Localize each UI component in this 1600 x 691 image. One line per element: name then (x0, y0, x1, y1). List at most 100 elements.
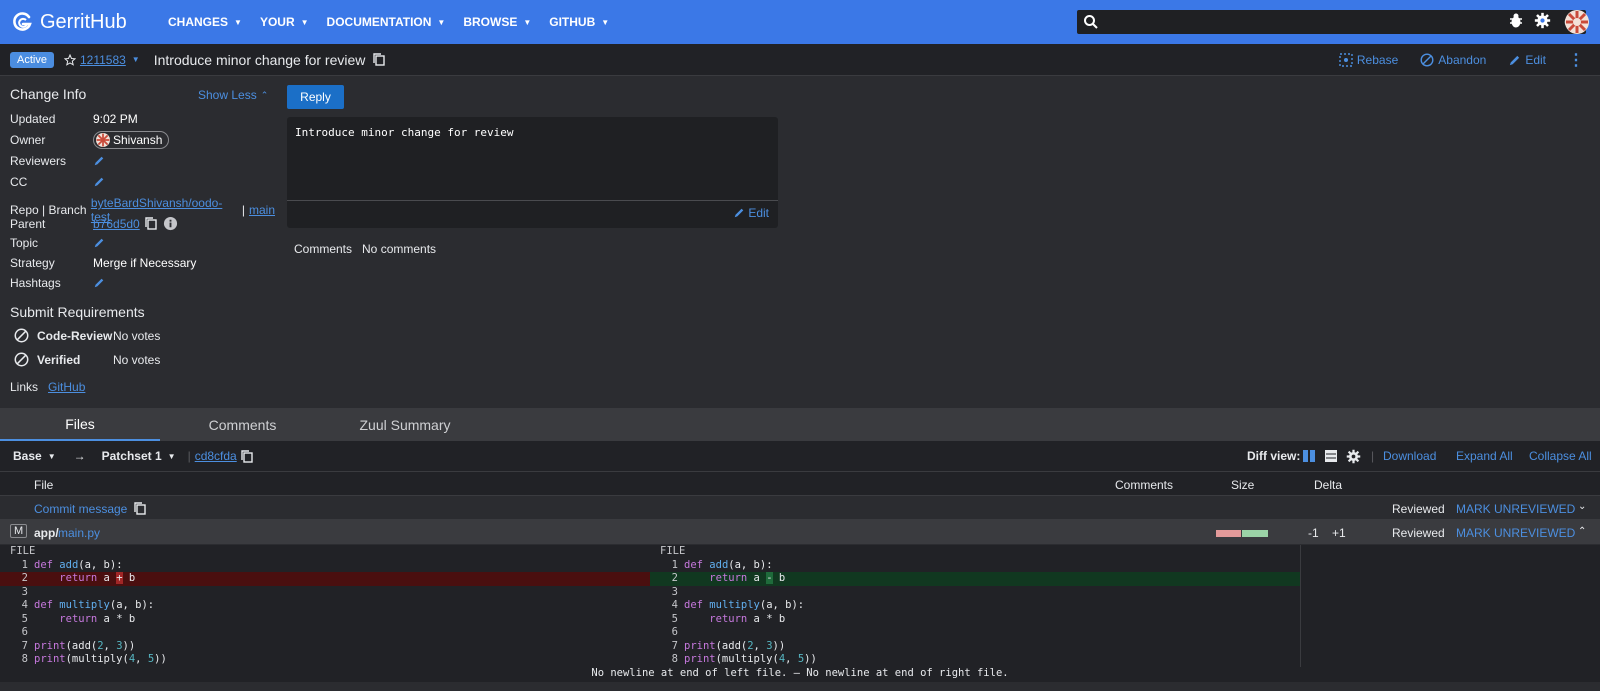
side-by-side-icon[interactable] (1303, 450, 1315, 462)
change-header: Active 1211583 ▼ Introduce minor change … (0, 44, 1600, 76)
nav-changes[interactable]: CHANGES ▼ (168, 15, 242, 29)
chevron-down-icon: ▼ (437, 17, 446, 27)
requirement-name[interactable]: Code-Review (37, 329, 113, 343)
download-link[interactable]: Download (1383, 449, 1436, 463)
commit-message-link[interactable]: Commit message (34, 502, 127, 516)
block-icon (1420, 53, 1434, 67)
topic-label: Topic (10, 236, 39, 250)
star-icon[interactable] (63, 53, 76, 66)
column-file: File (34, 478, 54, 492)
nav-documentation-label: DOCUMENTATION (326, 15, 432, 29)
branch-link[interactable]: main (249, 203, 275, 217)
nav-browse[interactable]: BROWSE ▼ (463, 15, 531, 29)
diff-line: 6 (21, 626, 28, 638)
mark-unreviewed-button[interactable]: MARK UNREVIEWED (1456, 526, 1575, 540)
diff-line-added: 2 return a - b (650, 572, 1300, 586)
branch-separator: | (241, 203, 245, 217)
commit-edit-button[interactable]: Edit (733, 206, 769, 220)
patchset-dropdown[interactable]: Patchset 1 ▼ (102, 449, 176, 463)
copy-icon[interactable] (145, 217, 157, 230)
reply-button[interactable]: Reply (287, 85, 344, 109)
report-bug-icon[interactable] (1508, 12, 1524, 30)
mark-unreviewed-button[interactable]: MARK UNREVIEWED (1456, 502, 1575, 516)
copy-icon[interactable] (373, 53, 386, 66)
more-vert-icon[interactable]: ⋮ (1568, 50, 1584, 70)
nav-your[interactable]: YOUR ▼ (260, 15, 309, 29)
pencil-icon[interactable] (93, 176, 105, 188)
settings-gear-icon[interactable] (1534, 12, 1551, 29)
column-comments: Comments (1115, 478, 1174, 492)
diff-line: 4 def multiply(a, b): (21, 599, 155, 611)
user-avatar[interactable] (1565, 10, 1589, 34)
comments-value: No comments (362, 242, 437, 256)
chevron-down-icon: ▼ (601, 17, 610, 27)
chevron-down-icon[interactable]: ▼ (132, 55, 140, 64)
cc-row: CC (10, 175, 105, 189)
copy-icon[interactable] (241, 449, 253, 463)
diff-line: 8 print(multiply(4, 5)) (671, 653, 817, 665)
file-toolbar: Base ▼ → Patchset 1 ▼ | cd8cfda Diff vie… (0, 441, 1600, 472)
owner-chip[interactable]: Shivansh (93, 131, 170, 149)
file-name-link[interactable]: main.py (58, 526, 100, 540)
tab-zuul-summary[interactable]: Zuul Summary (325, 408, 485, 441)
comments-label: Comments (294, 242, 353, 256)
pencil-icon[interactable] (93, 155, 105, 167)
nav-github[interactable]: GITHUB ▼ (549, 15, 609, 29)
base-dropdown[interactable]: Base ▼ (13, 449, 56, 463)
abandon-button[interactable]: Abandon (1420, 53, 1486, 67)
show-less-toggle[interactable]: Show Less ⌃ (198, 88, 268, 102)
pencil-icon[interactable] (93, 277, 105, 289)
block-icon (14, 328, 29, 343)
topic-row: Topic (10, 236, 105, 250)
base-label: Base (13, 449, 42, 463)
main-nav: CHANGES ▼ YOUR ▼ DOCUMENTATION ▼ BROWSE ▼ GI… (168, 15, 627, 29)
commit-hash-link[interactable]: cd8cfda (195, 449, 237, 463)
requirement-row: Verified No votes (14, 352, 160, 367)
copy-icon[interactable] (134, 502, 146, 515)
diff-footer-note: No newline at end of left file. — No new… (591, 667, 1009, 679)
search-input[interactable] (1099, 11, 1564, 33)
nav-browse-label: BROWSE (463, 15, 518, 29)
requirement-name[interactable]: Verified (37, 353, 113, 367)
chevron-down-icon: ▼ (523, 17, 532, 27)
nav-documentation[interactable]: DOCUMENTATION ▼ (327, 15, 446, 29)
rebase-button[interactable]: Rebase (1339, 53, 1398, 67)
nav-changes-label: CHANGES (168, 15, 229, 29)
settings-gear-icon[interactable] (1346, 449, 1361, 464)
chevron-up-icon[interactable]: ⌃ (1578, 526, 1586, 537)
collapse-all-link[interactable]: Collapse All (1529, 449, 1592, 463)
pencil-icon[interactable] (93, 237, 105, 249)
divider (1300, 545, 1301, 667)
edit-button[interactable]: Edit (1508, 53, 1546, 67)
diff-line: 1 def add(a, b): (21, 558, 123, 571)
column-size: Size (1231, 478, 1255, 492)
parent-link[interactable]: b76d5d0 (93, 217, 140, 231)
tab-comments[interactable]: Comments (160, 408, 325, 441)
nav-github-label: GITHUB (549, 15, 596, 29)
divider: | (187, 449, 191, 463)
github-link[interactable]: GitHub (48, 380, 85, 394)
gerrithub-logo[interactable]: GerritHub (12, 11, 152, 34)
change-info-panel: Change Info Show Less ⌃ Updated 9:02 PM … (10, 86, 275, 394)
expand-all-link[interactable]: Expand All (1456, 449, 1513, 463)
updated-value: 9:02 PM (93, 112, 138, 126)
reviewers-row: Reviewers (10, 154, 105, 168)
diff-line: 7 print(add(2, 3)) (671, 639, 786, 652)
size-bar-added (1242, 530, 1268, 537)
info-icon[interactable] (163, 216, 178, 231)
gerrithub-logo-icon (13, 12, 32, 31)
comments-summary: Comments No comments (294, 242, 436, 256)
reviewed-label: Reviewed (1392, 502, 1445, 516)
avatar (96, 133, 110, 147)
abandon-label: Abandon (1438, 53, 1487, 67)
chevron-down-icon[interactable]: ⌄ (1578, 501, 1586, 512)
commit-edit-label: Edit (748, 206, 769, 220)
unified-view-icon[interactable] (1325, 450, 1337, 462)
tab-files[interactable]: Files (0, 408, 160, 441)
diff-line: 1 def add(a, b): (671, 558, 773, 571)
submit-requirements-heading: Submit Requirements (10, 304, 145, 320)
change-number-link[interactable]: 1211583 (80, 53, 126, 67)
strategy-value: Merge if Necessary (93, 256, 197, 270)
links-label: Links (10, 380, 39, 394)
tab-bar: Files Comments Zuul Summary (0, 408, 1600, 441)
